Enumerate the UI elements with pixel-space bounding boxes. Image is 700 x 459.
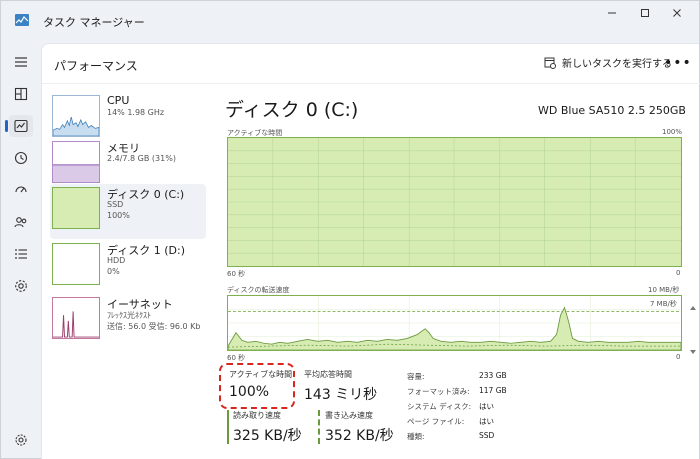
stat-read-speed-label: 読み取り速度 <box>233 411 281 420</box>
stat-write-speed-value: 352 KB/秒 <box>325 428 394 444</box>
nav-menu-button[interactable] <box>9 51 33 73</box>
services-icon <box>15 280 27 292</box>
task-manager-window: タスク マネージャー パフォーマンス 新しいタスクを実行する ••• CPU 1… <box>0 0 700 459</box>
nav-details[interactable] <box>9 243 33 265</box>
stat-write-speed-label: 書き込み速度 <box>325 411 373 420</box>
perf-sub-ethernet-adapter: ﾌﾚｯｸｽ光ﾈｸｽﾄ <box>107 311 151 320</box>
run-task-icon <box>544 57 556 69</box>
info-page-file-value: はい <box>479 417 494 426</box>
nav-users[interactable] <box>9 211 33 233</box>
scroll-up-arrow-icon[interactable] <box>690 306 696 310</box>
perf-sub-ethernet-rates: 送信: 56.0 受信: 96.0 Kb <box>107 322 201 331</box>
details-icon <box>15 249 27 259</box>
users-icon <box>14 217 27 228</box>
active-time-graph <box>227 137 682 267</box>
page-header: パフォーマンス 新しいタスクを実行する ••• <box>42 44 700 84</box>
transfer-graph-label: ディスクの転送速度 <box>227 286 290 294</box>
ethernet-thumbnail <box>52 297 100 339</box>
run-task-label: 新しいタスクを実行する <box>562 59 672 70</box>
transfer-graph-max: 10 MB/秒 <box>648 286 680 294</box>
performance-icon <box>14 119 28 133</box>
main-panel: パフォーマンス 新しいタスクを実行する ••• CPU 14% 1.98 GHz <box>41 43 700 459</box>
app-history-icon <box>14 151 28 165</box>
active-time-grid <box>228 138 681 266</box>
info-system-disk-label: システム ディスク: <box>407 402 472 411</box>
disk-0-thumbnail <box>52 187 100 229</box>
nav-services[interactable] <box>9 275 33 297</box>
read-speed-indicator <box>227 410 229 444</box>
perf-sub-cpu: 14% 1.98 GHz <box>107 108 165 117</box>
transfer-graph-time: 60 秒 <box>227 354 246 362</box>
close-icon <box>673 9 681 17</box>
info-capacity-label: 容量: <box>407 372 425 381</box>
perf-sub-disk-0-usage: 100% <box>107 211 130 220</box>
disk-title: ディスク 0 (C:) <box>225 99 359 121</box>
disk-1-thumbnail <box>52 243 100 285</box>
nav-processes[interactable] <box>9 83 33 105</box>
info-capacity-value: 233 GB <box>479 371 507 380</box>
transfer-graph-min: 0 <box>676 353 681 361</box>
title-bar: タスク マネージャー <box>1 1 699 43</box>
perf-sub-disk-1-type: HDD <box>107 256 126 265</box>
disk-model: WD Blue SA510 2.5 250GB <box>538 104 686 117</box>
transfer-rate-plot <box>228 296 681 350</box>
info-type-label: 種類: <box>407 432 425 441</box>
minimize-button[interactable] <box>597 5 627 21</box>
nav-startup-apps[interactable] <box>9 179 33 201</box>
perf-item-disk-1[interactable]: ディスク 1 (D:) HDD 0% <box>50 240 206 295</box>
startup-apps-icon <box>15 186 27 193</box>
stat-active-time-value: 100% <box>229 384 270 400</box>
hamburger-icon <box>15 57 27 67</box>
transfer-rate-graph: 7 MB/秒 <box>227 295 682 351</box>
perf-item-disk-0[interactable]: ディスク 0 (C:) SSD 100% <box>50 184 206 239</box>
maximize-icon <box>641 9 649 17</box>
active-time-graph-max: 100% <box>662 128 683 136</box>
scroll-down-arrow-icon[interactable] <box>690 350 696 354</box>
info-formatted-value: 117 GB <box>479 386 507 395</box>
perf-sub-memory: 2.4/7.8 GB (31%) <box>107 154 176 163</box>
write-speed-indicator <box>318 410 320 444</box>
nav-settings[interactable] <box>9 429 33 451</box>
navigation-rail <box>1 43 41 459</box>
page-title: パフォーマンス <box>54 59 138 73</box>
task-manager-app-icon <box>15 14 29 26</box>
scrollbar[interactable] <box>690 306 696 354</box>
run-new-task-button[interactable]: 新しいタスクを実行する <box>544 55 672 70</box>
processes-icon <box>14 87 28 101</box>
transfer-graph-line-label: 7 MB/秒 <box>650 300 677 308</box>
stat-active-time-label: アクティブな時間 <box>229 370 293 379</box>
active-time-graph-time: 60 秒 <box>227 270 246 278</box>
info-system-disk-value: はい <box>479 402 494 411</box>
settings-icon <box>15 434 27 446</box>
stat-avg-response-value: 143 ミリ秒 <box>304 387 378 403</box>
window-title: タスク マネージャー <box>43 16 145 29</box>
nav-performance[interactable] <box>5 115 33 137</box>
close-button[interactable] <box>662 5 692 21</box>
active-time-graph-min: 0 <box>676 269 681 277</box>
perf-sub-disk-1-usage: 0% <box>107 267 120 276</box>
perf-name-cpu: CPU <box>107 94 130 107</box>
more-options-button[interactable]: ••• <box>664 54 691 74</box>
info-page-file-label: ページ ファイル: <box>407 417 465 426</box>
info-formatted-label: フォーマット済み: <box>407 387 470 396</box>
info-type-value: SSD <box>479 431 495 440</box>
stat-avg-response-label: 平均応答時間 <box>304 370 352 379</box>
stat-read-speed-value: 325 KB/秒 <box>233 428 302 444</box>
cpu-thumbnail <box>52 95 100 137</box>
minimize-icon <box>608 12 616 14</box>
maximize-button[interactable] <box>630 5 660 21</box>
perf-sub-disk-0-type: SSD <box>107 200 124 209</box>
nav-app-history[interactable] <box>9 147 33 169</box>
memory-thumbnail <box>52 141 100 183</box>
perf-item-ethernet[interactable]: イーサネット ﾌﾚｯｸｽ光ﾈｸｽﾄ 送信: 56.0 受信: 96.0 Kb <box>50 294 206 349</box>
